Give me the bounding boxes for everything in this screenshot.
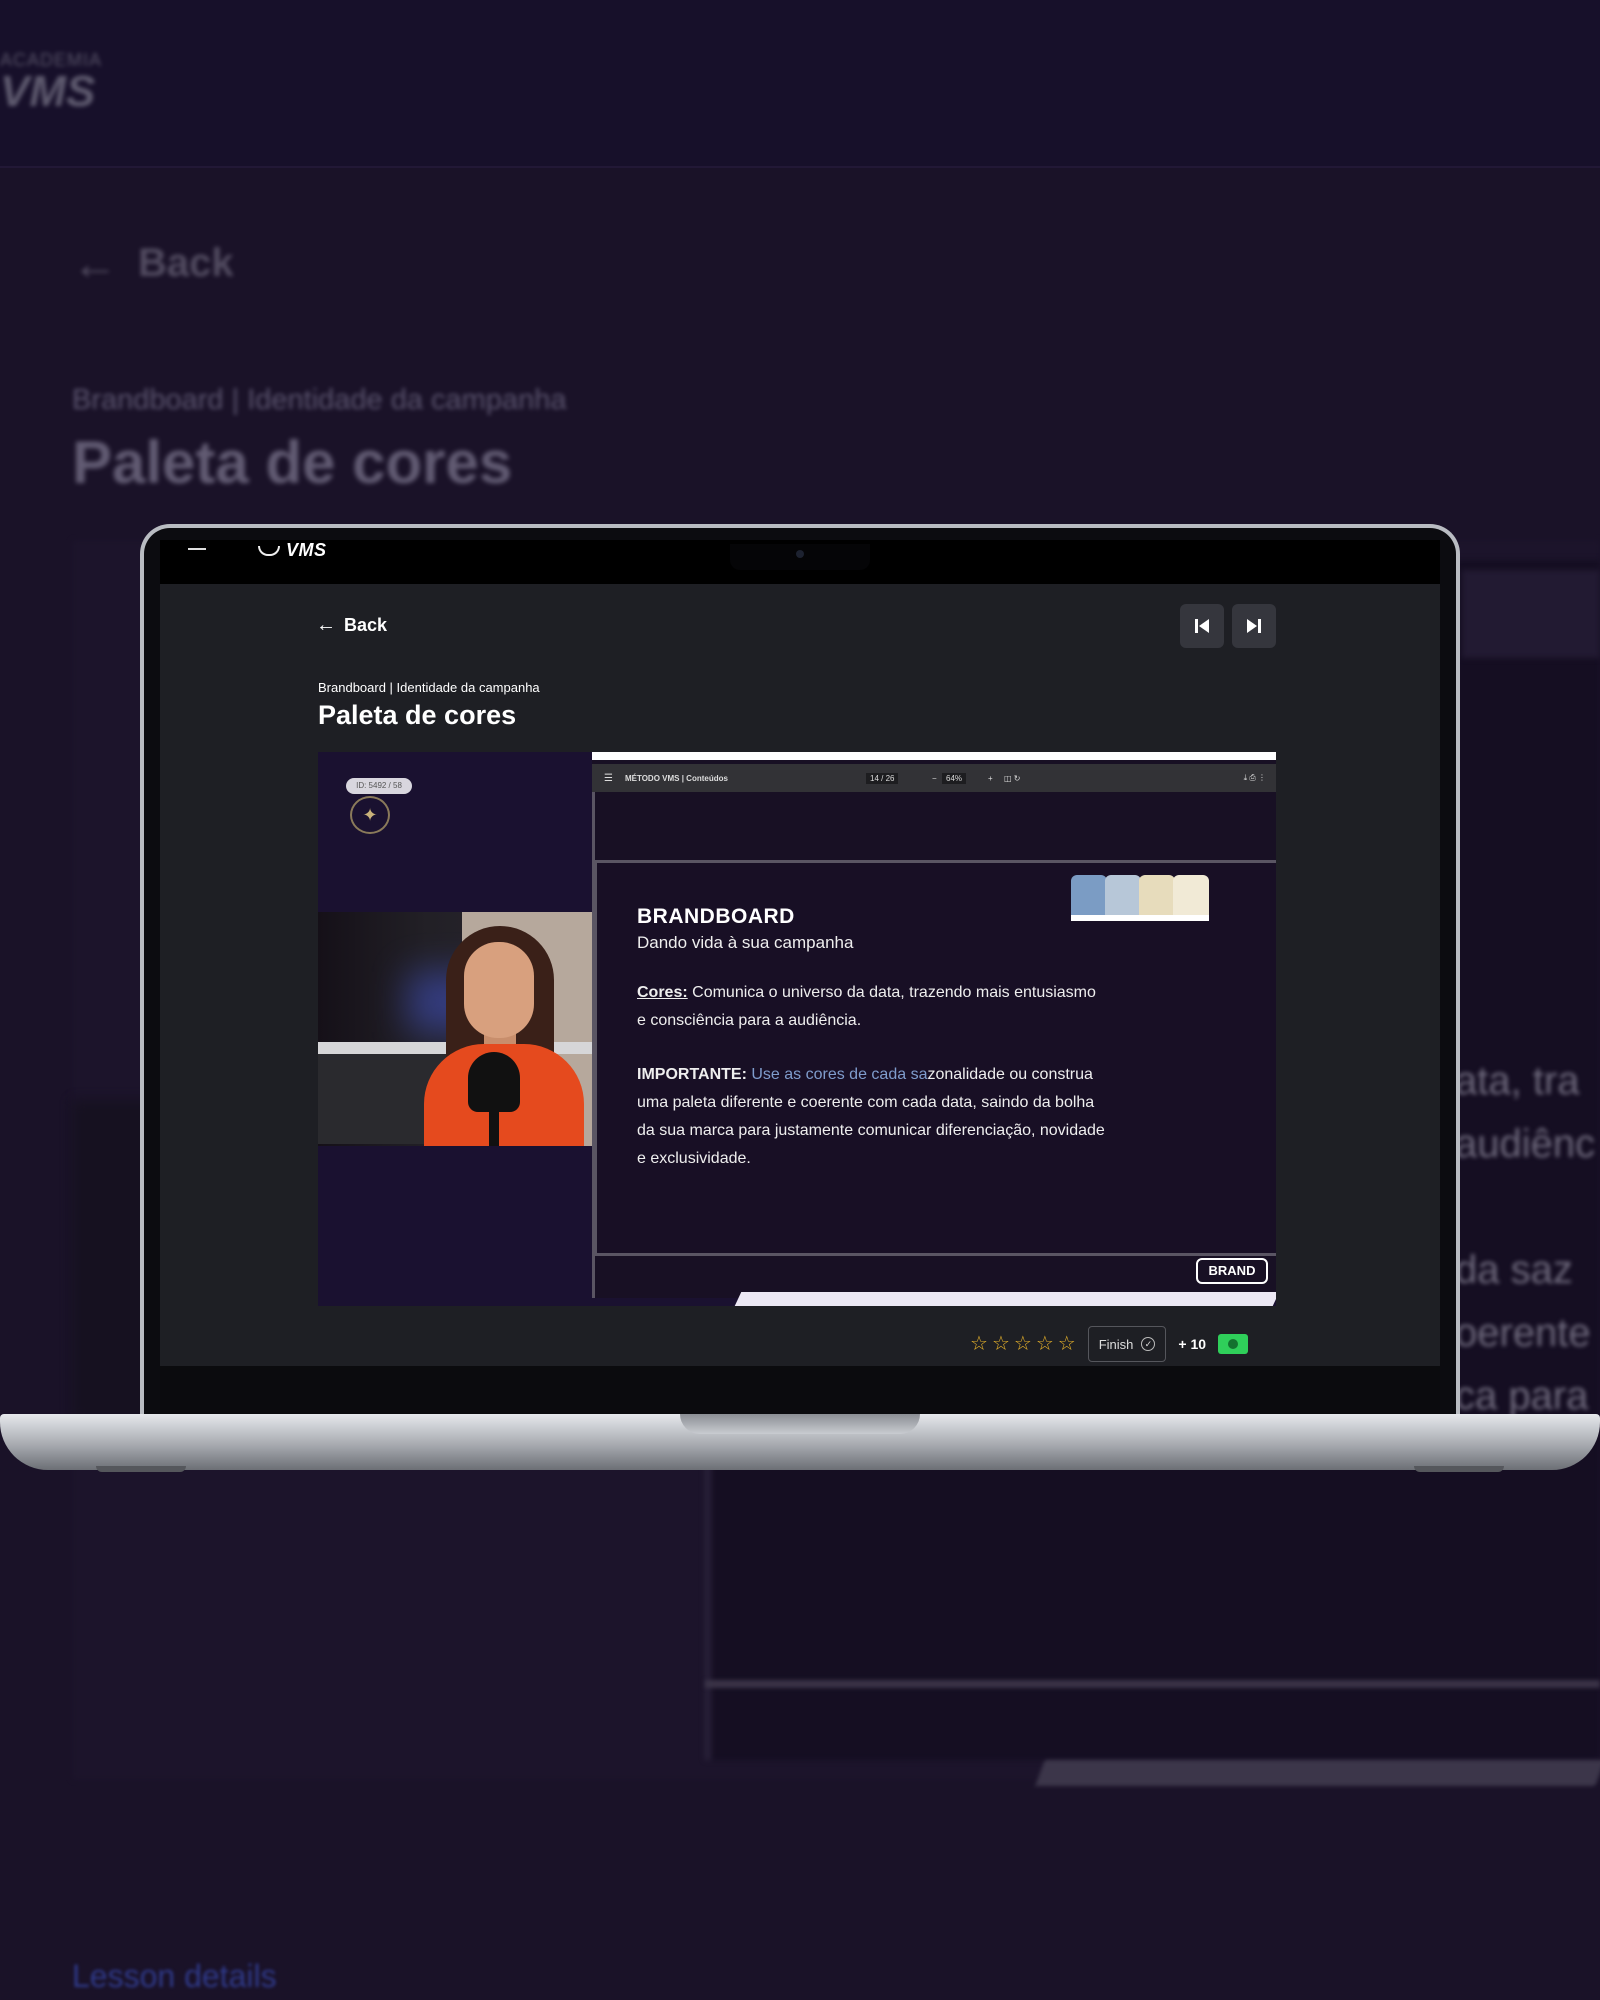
star-icon[interactable]: ☆ (1036, 1334, 1054, 1354)
color-swatch (1071, 875, 1107, 921)
fit-page-icon: ◫ ↻ (1004, 773, 1021, 783)
screen-bezel-bottom (160, 1366, 1440, 1414)
lesson-screen: ← Back Brandboard | Identidade da campan… (160, 584, 1440, 1366)
color-swatch (1139, 875, 1175, 921)
video-player[interactable]: ID: 5492 / 58 ✦ ☰ MÉTODO VMS | Conteúdos… (318, 752, 1276, 1306)
megaphone-icon: ✦ (350, 796, 390, 834)
slide-highlight-text: Use as cores de cada sa (746, 1066, 928, 1083)
background-slide-line (1455, 1176, 1595, 1239)
slide-text-colors: Comunica o universo da data, trazendo ma… (637, 984, 1096, 1029)
background-slide-line: ata, tra (1455, 1059, 1580, 1103)
background-subtitle: Brandboard | Identidade da campanha (72, 384, 567, 416)
background-logo-big: VMS (0, 67, 96, 116)
arrow-left-icon: ← (72, 237, 118, 289)
background-header (0, 0, 1600, 168)
pdf-zoom: 64% (942, 772, 967, 784)
back-label: Back (344, 615, 388, 635)
star-icon[interactable]: ☆ (1058, 1334, 1076, 1354)
video-id-badge: ID: 5492 / 58 (346, 778, 412, 794)
download-print-icon: ⤓ ⎙ ⋮ (1243, 773, 1266, 782)
shared-slide: ☰ MÉTODO VMS | Conteúdos 14 / 26 − 64% +… (592, 760, 1276, 1298)
app-logo-text: VMS (286, 540, 327, 560)
star-icon[interactable]: ☆ (992, 1334, 1010, 1354)
color-swatch (1105, 875, 1141, 921)
lesson-actions: ☆ ☆ ☆ ☆ ☆ Finish ✓ + 10 (970, 1326, 1249, 1362)
background-progress-bar (1035, 1760, 1600, 1786)
slide-subtitle: Dando vida à sua campanha (637, 933, 854, 952)
background-pdf-toolbar (1462, 570, 1600, 658)
back-link[interactable]: ← Back (316, 614, 387, 637)
app-logo[interactable]: VMS (258, 540, 327, 561)
previous-lesson-button[interactable] (1180, 604, 1224, 648)
presenter-face (464, 942, 534, 1038)
pdf-page: 14 / 26 (866, 772, 899, 784)
background-title: Paleta de cores (72, 429, 513, 496)
background-slide-line: oerente (1455, 1311, 1591, 1355)
camera-icon (796, 550, 804, 558)
laptop-opening-notch (680, 1414, 920, 1434)
webcam-feed (318, 912, 592, 1146)
next-lesson-button[interactable] (1232, 604, 1276, 648)
rating-stars[interactable]: ☆ ☆ ☆ ☆ ☆ (970, 1334, 1076, 1354)
zoom-in-icon: + (988, 773, 993, 783)
slide-page: BRANDBOARD Dando vida à sua campanha Cor… (594, 860, 1276, 1256)
skip-previous-icon (1195, 619, 1209, 633)
slide-title: BRANDBOARD (637, 905, 795, 928)
brand-stamp: BRAND (1196, 1258, 1268, 1284)
check-circle-icon: ✓ (1141, 1337, 1156, 1351)
zoom-out-icon: − (932, 773, 937, 783)
skip-next-icon (1247, 619, 1261, 633)
menu-icon: ☰ (604, 772, 613, 784)
background-lesson-details: Lesson details (72, 1958, 277, 1994)
background-back-label: Back (138, 240, 234, 285)
background-slide-line: audiênc (1455, 1122, 1596, 1166)
laptop-foot (96, 1466, 186, 1472)
background-divider (705, 1680, 1600, 1688)
background-slide-text: ata, tra audiênc da saz oerente ca para (1455, 1050, 1595, 1428)
finish-button[interactable]: Finish ✓ (1087, 1326, 1167, 1362)
background-logo: ACADEMIA VMS (0, 50, 102, 117)
menu-icon[interactable] (188, 548, 206, 550)
color-swatch (1173, 875, 1209, 921)
slide-key-important: IMPORTANTE: (637, 1066, 747, 1083)
pdf-name: MÉTODO VMS | Conteúdos (624, 773, 728, 783)
lesson-title: Paleta de cores (318, 700, 517, 730)
star-icon[interactable]: ☆ (970, 1334, 988, 1354)
finish-label: Finish (1098, 1336, 1134, 1352)
slide-paragraph-colors: Cores: Comunica o universo da data, traz… (637, 979, 1107, 1035)
background-back-link: ← Back (72, 236, 234, 290)
arrow-left-icon: ← (316, 614, 336, 636)
points-reward: + 10 (1178, 1336, 1207, 1352)
star-icon[interactable]: ☆ (1014, 1334, 1032, 1354)
slide-paragraph-important: IMPORTANTE: Use as cores de cada sazonal… (637, 1061, 1107, 1173)
video-progress-bar[interactable] (734, 1292, 1276, 1306)
microphone-icon (468, 1052, 520, 1112)
lesson-module: Brandboard | Identidade da campanha (318, 680, 540, 695)
background-slide-line: da saz (1455, 1248, 1573, 1292)
money-icon (1218, 1334, 1249, 1354)
laptop-foot (1414, 1466, 1504, 1472)
slide-key-colors: Cores: (637, 984, 688, 1001)
pdf-toolbar: ☰ MÉTODO VMS | Conteúdos 14 / 26 − 64% +… (592, 764, 1276, 792)
logo-mark-icon (258, 545, 280, 556)
